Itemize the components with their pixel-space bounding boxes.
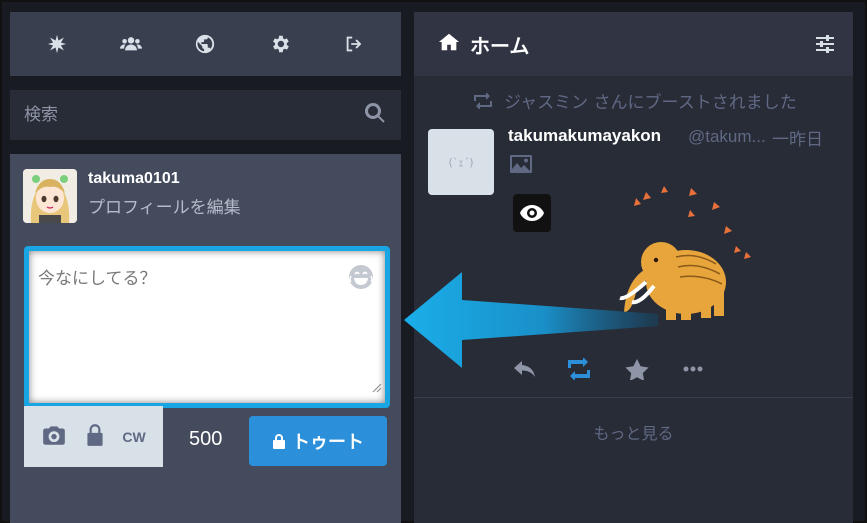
edit-profile-link[interactable]: プロフィールを編集 [88, 193, 241, 218]
sign-out-icon[interactable] [339, 29, 369, 59]
column-header: ホーム [414, 12, 853, 76]
avatar-placeholder-text: (`ｪ´) [448, 156, 474, 169]
gear-icon[interactable] [265, 29, 295, 59]
character-counter: 500 [189, 428, 223, 450]
status-account[interactable]: @takum... [688, 127, 766, 147]
resize-grip-icon[interactable] [372, 378, 382, 393]
status-display-name[interactable]: takumakumayakon [508, 126, 661, 146]
toot-button-label: トゥート [292, 432, 364, 453]
search-icon[interactable] [363, 101, 387, 129]
profile-username[interactable]: takuma0101 [88, 170, 180, 188]
emoji-picker-icon[interactable] [346, 262, 376, 292]
toot-button[interactable]: トゥート [249, 416, 387, 466]
retweet-icon [474, 92, 492, 109]
annotation-arrow [400, 270, 662, 370]
users-icon[interactable] [116, 29, 146, 59]
lock-icon[interactable] [82, 422, 108, 452]
getting-started-icon[interactable] [42, 29, 72, 59]
globe-icon[interactable] [190, 29, 220, 59]
image-icon [509, 154, 533, 174]
home-icon [438, 31, 460, 57]
status-avatar[interactable]: (`ｪ´) [428, 129, 494, 195]
navigation-bar [10, 12, 401, 76]
compose-textarea[interactable] [30, 252, 384, 386]
cw-toggle-button[interactable]: CW [122, 429, 145, 445]
compose-options: CW [24, 406, 163, 467]
search-bar [10, 90, 401, 140]
camera-icon[interactable] [41, 422, 67, 452]
boost-notice: ジャスミン さんにブーストされました [472, 88, 797, 113]
toggle-visibility-button[interactable] [513, 194, 551, 232]
divider [414, 397, 853, 398]
status-timestamp[interactable]: 一昨日 [772, 125, 823, 150]
eye-icon [520, 205, 544, 221]
avatar[interactable] [23, 169, 77, 223]
column-title: ホーム [470, 33, 530, 58]
more-options-icon[interactable] [678, 354, 708, 384]
load-more-button[interactable]: もっと見る [414, 420, 853, 444]
lock-icon [273, 434, 285, 449]
search-input[interactable] [24, 105, 363, 125]
boost-notice-text: ジャスミン さんにブーストされました [504, 93, 797, 113]
column-settings-icon[interactable] [813, 32, 837, 56]
